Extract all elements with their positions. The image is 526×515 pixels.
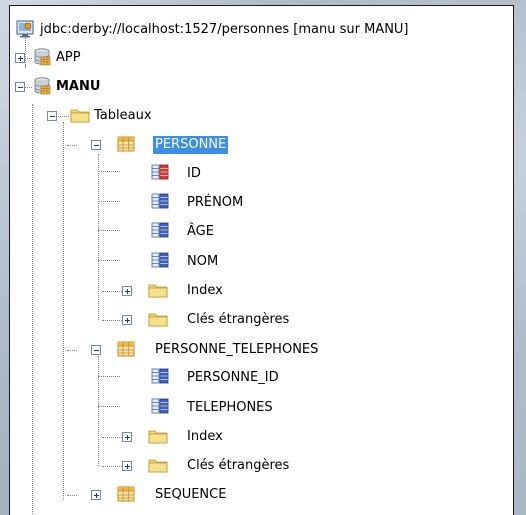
folder-icon	[148, 430, 168, 444]
expand-toggle-icon[interactable]	[122, 286, 132, 296]
tree-node-column[interactable]: PRÉNOM	[10, 192, 513, 214]
desktop-background: jdbc:derby://localhost:1527/personnes [m…	[0, 0, 526, 515]
tree-node-connection[interactable]: jdbc:derby://localhost:1527/personnes [m…	[10, 19, 513, 41]
tree-node-index-folder[interactable]: Index	[10, 280, 513, 302]
collapse-toggle-icon[interactable]	[47, 111, 57, 121]
column-icon	[151, 398, 169, 414]
foreign-keys-folder-label: Clés étrangères	[187, 312, 290, 327]
tree-node-foreign-keys-folder[interactable]: Clés étrangères	[10, 455, 513, 477]
tree-node-table-sequence[interactable]: SEQUENCE	[10, 484, 513, 506]
expand-toggle-icon[interactable]	[15, 53, 25, 63]
database-connection-icon	[16, 20, 34, 38]
folder-icon	[148, 459, 168, 473]
column-label: TELEPHONES	[187, 400, 273, 415]
tree-node-column[interactable]: ID	[10, 163, 513, 185]
tree-node-column[interactable]: PERSONNE_ID	[10, 367, 513, 389]
table-personne-label: PERSONNE	[153, 136, 229, 154]
schema-manu-label: MANU	[56, 79, 101, 94]
tree-node-foreign-keys-folder[interactable]: Clés étrangères	[10, 309, 513, 331]
column-label: ID	[187, 166, 201, 181]
index-folder-label: Index	[187, 429, 223, 444]
folder-icon	[70, 109, 90, 123]
database-schema-icon	[34, 77, 51, 95]
database-explorer-tree[interactable]: jdbc:derby://localhost:1527/personnes [m…	[9, 5, 514, 515]
column-label: NOM	[187, 254, 219, 269]
foreign-keys-folder-label: Clés étrangères	[187, 458, 290, 473]
schema-app-label: APP	[56, 50, 81, 65]
column-icon	[151, 193, 169, 209]
table-personne-telephones-label: PERSONNE_TELEPHONES	[155, 342, 319, 357]
column-label: PERSONNE_ID	[187, 370, 279, 385]
tree-node-index-folder[interactable]: Index	[10, 426, 513, 448]
tree-node-schema-manu[interactable]: MANU	[10, 76, 513, 98]
connection-label: jdbc:derby://localhost:1527/personnes [m…	[40, 22, 409, 37]
column-icon	[151, 252, 169, 268]
table-sequence-label: SEQUENCE	[155, 487, 227, 502]
tree-node-column[interactable]: ÂGE	[10, 221, 513, 243]
table-icon	[117, 341, 135, 357]
column-label: ÂGE	[187, 224, 214, 239]
tree-node-column[interactable]: TELEPHONES	[10, 397, 513, 419]
column-label: PRÉNOM	[187, 195, 244, 210]
column-icon	[151, 222, 169, 238]
tree-node-tables-folder[interactable]: Tableaux	[10, 105, 513, 127]
expand-toggle-icon[interactable]	[122, 432, 132, 442]
table-icon	[117, 136, 135, 152]
database-schema-icon	[34, 48, 51, 66]
folder-icon	[148, 284, 168, 298]
folder-icon	[148, 313, 168, 327]
collapse-toggle-icon[interactable]	[91, 140, 101, 150]
tables-folder-label: Tableaux	[94, 108, 152, 123]
index-folder-label: Index	[187, 283, 223, 298]
expand-toggle-icon[interactable]	[122, 461, 132, 471]
tree-node-table-personne-telephones[interactable]: PERSONNE_TELEPHONES	[10, 339, 513, 361]
expand-toggle-icon[interactable]	[122, 315, 132, 325]
collapse-toggle-icon[interactable]	[15, 82, 25, 92]
tree-node-column[interactable]: NOM	[10, 251, 513, 273]
column-icon	[151, 368, 169, 384]
expand-toggle-icon[interactable]	[91, 490, 101, 500]
tree-node-schema-app[interactable]: APP	[10, 47, 513, 69]
collapse-toggle-icon[interactable]	[91, 345, 101, 355]
tree-node-table-personne[interactable]: PERSONNE	[10, 134, 513, 156]
table-icon	[117, 486, 135, 502]
primary-key-column-icon	[151, 164, 169, 180]
